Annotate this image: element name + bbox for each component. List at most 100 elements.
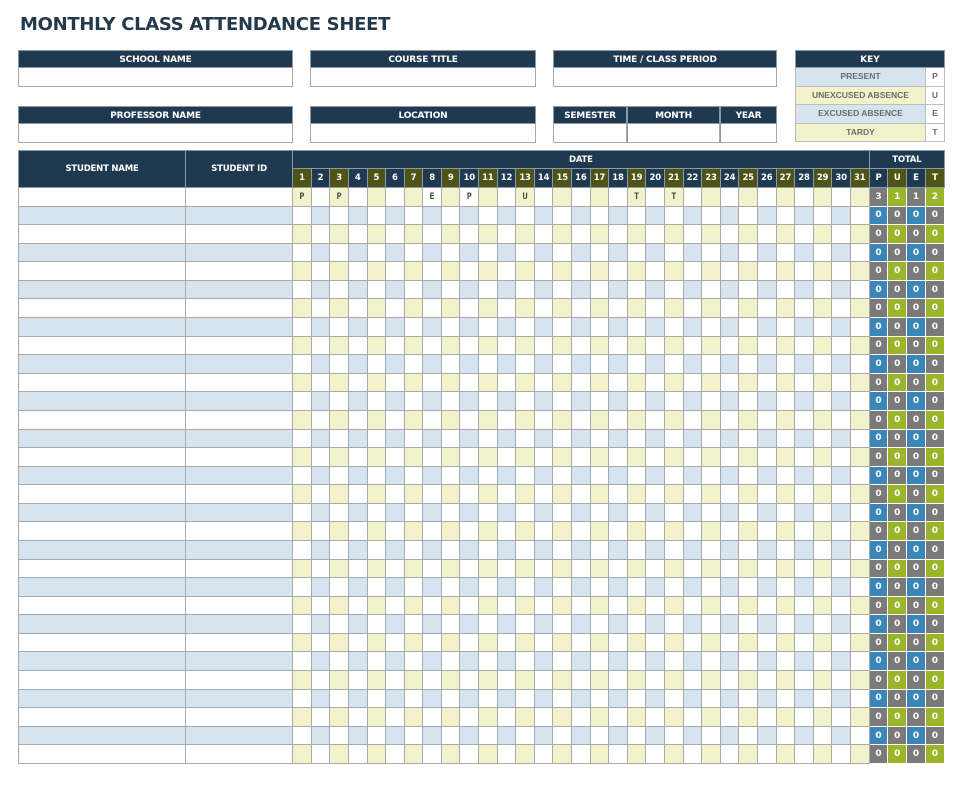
attendance-cell[interactable] bbox=[422, 391, 442, 411]
attendance-cell[interactable] bbox=[329, 558, 349, 579]
attendance-cell[interactable] bbox=[515, 279, 535, 300]
attendance-cell[interactable] bbox=[552, 502, 573, 523]
attendance-cell[interactable] bbox=[310, 744, 331, 764]
attendance-cell[interactable] bbox=[385, 725, 405, 746]
attendance-cell[interactable] bbox=[775, 725, 796, 746]
attendance-cell[interactable] bbox=[347, 224, 368, 244]
attendance-cell[interactable] bbox=[552, 409, 573, 430]
attendance-cell[interactable] bbox=[626, 670, 647, 690]
attendance-cell[interactable] bbox=[608, 670, 628, 690]
attendance-cell[interactable] bbox=[440, 372, 461, 393]
attendance-cell[interactable] bbox=[403, 298, 424, 319]
attendance-cell[interactable] bbox=[794, 242, 814, 263]
attendance-cell[interactable] bbox=[515, 521, 535, 541]
attendance-cell[interactable] bbox=[664, 744, 684, 764]
attendance-cell[interactable] bbox=[849, 688, 870, 709]
attendance-cell[interactable] bbox=[422, 521, 442, 541]
attendance-cell[interactable] bbox=[831, 558, 851, 579]
attendance-cell[interactable] bbox=[478, 335, 498, 356]
attendance-cell[interactable] bbox=[366, 502, 387, 523]
attendance-cell[interactable] bbox=[719, 317, 740, 337]
attendance-cell[interactable] bbox=[701, 187, 721, 207]
attendance-cell[interactable] bbox=[645, 465, 665, 486]
attendance-cell[interactable] bbox=[515, 744, 535, 764]
attendance-cell[interactable] bbox=[459, 428, 480, 449]
attendance-cell[interactable] bbox=[533, 725, 554, 746]
attendance-cell[interactable] bbox=[756, 465, 777, 486]
attendance-cell[interactable] bbox=[552, 428, 573, 449]
attendance-cell[interactable] bbox=[849, 539, 870, 560]
attendance-cell[interactable] bbox=[533, 558, 554, 579]
attendance-cell[interactable] bbox=[422, 539, 442, 560]
attendance-cell[interactable] bbox=[831, 279, 851, 300]
attendance-cell[interactable] bbox=[719, 279, 740, 300]
attendance-cell[interactable] bbox=[608, 595, 628, 616]
student-name-cell[interactable] bbox=[17, 539, 187, 560]
attendance-cell[interactable] bbox=[478, 317, 498, 337]
attendance-cell[interactable] bbox=[756, 595, 777, 616]
attendance-cell[interactable] bbox=[347, 317, 368, 337]
student-id-cell[interactable] bbox=[185, 242, 294, 263]
attendance-cell[interactable] bbox=[849, 651, 870, 672]
attendance-cell[interactable] bbox=[645, 335, 665, 356]
attendance-cell[interactable]: P bbox=[292, 187, 312, 207]
attendance-cell[interactable] bbox=[496, 428, 517, 449]
attendance-cell[interactable] bbox=[533, 298, 554, 319]
attendance-cell[interactable] bbox=[385, 391, 405, 411]
attendance-cell[interactable] bbox=[422, 670, 442, 690]
attendance-cell[interactable] bbox=[775, 595, 796, 616]
attendance-cell[interactable] bbox=[719, 502, 740, 523]
attendance-cell[interactable] bbox=[310, 614, 331, 634]
student-name-cell[interactable] bbox=[17, 447, 187, 467]
attendance-cell[interactable] bbox=[478, 614, 498, 634]
attendance-cell[interactable] bbox=[589, 558, 610, 579]
attendance-cell[interactable] bbox=[775, 577, 796, 597]
attendance-cell[interactable] bbox=[478, 428, 498, 449]
attendance-cell[interactable] bbox=[645, 372, 665, 393]
attendance-cell[interactable] bbox=[552, 725, 573, 746]
attendance-cell[interactable] bbox=[515, 707, 535, 727]
attendance-cell[interactable] bbox=[794, 725, 814, 746]
attendance-cell[interactable] bbox=[571, 484, 591, 504]
professor-name-input[interactable] bbox=[18, 124, 293, 143]
attendance-cell[interactable] bbox=[459, 577, 480, 597]
attendance-cell[interactable] bbox=[589, 317, 610, 337]
attendance-cell[interactable] bbox=[831, 670, 851, 690]
attendance-cell[interactable] bbox=[794, 502, 814, 523]
attendance-cell[interactable] bbox=[849, 744, 870, 764]
attendance-cell[interactable] bbox=[701, 261, 721, 281]
attendance-cell[interactable] bbox=[366, 279, 387, 300]
attendance-cell[interactable] bbox=[347, 632, 368, 653]
attendance-cell[interactable] bbox=[756, 614, 777, 634]
attendance-cell[interactable] bbox=[533, 632, 554, 653]
attendance-cell[interactable] bbox=[589, 224, 610, 244]
attendance-cell[interactable] bbox=[682, 298, 703, 319]
attendance-cell[interactable] bbox=[478, 688, 498, 709]
attendance-cell[interactable] bbox=[515, 447, 535, 467]
attendance-cell[interactable] bbox=[794, 632, 814, 653]
attendance-cell[interactable] bbox=[812, 670, 833, 690]
attendance-cell[interactable] bbox=[478, 205, 498, 226]
attendance-cell[interactable] bbox=[701, 447, 721, 467]
attendance-cell[interactable] bbox=[571, 354, 591, 374]
student-id-cell[interactable] bbox=[185, 317, 294, 337]
attendance-cell[interactable] bbox=[422, 279, 442, 300]
attendance-cell[interactable] bbox=[310, 595, 331, 616]
attendance-cell[interactable] bbox=[496, 539, 517, 560]
attendance-cell[interactable] bbox=[459, 205, 480, 226]
attendance-cell[interactable] bbox=[812, 539, 833, 560]
attendance-cell[interactable] bbox=[459, 688, 480, 709]
attendance-cell[interactable] bbox=[552, 317, 573, 337]
attendance-cell[interactable] bbox=[459, 521, 480, 541]
attendance-cell[interactable] bbox=[664, 502, 684, 523]
attendance-cell[interactable] bbox=[794, 205, 814, 226]
attendance-cell[interactable] bbox=[385, 651, 405, 672]
attendance-cell[interactable] bbox=[589, 577, 610, 597]
student-id-cell[interactable] bbox=[185, 279, 294, 300]
attendance-cell[interactable] bbox=[682, 539, 703, 560]
attendance-cell[interactable] bbox=[552, 372, 573, 393]
attendance-cell[interactable] bbox=[719, 465, 740, 486]
attendance-cell[interactable] bbox=[831, 317, 851, 337]
attendance-cell[interactable]: P bbox=[459, 187, 480, 207]
attendance-cell[interactable] bbox=[403, 224, 424, 244]
